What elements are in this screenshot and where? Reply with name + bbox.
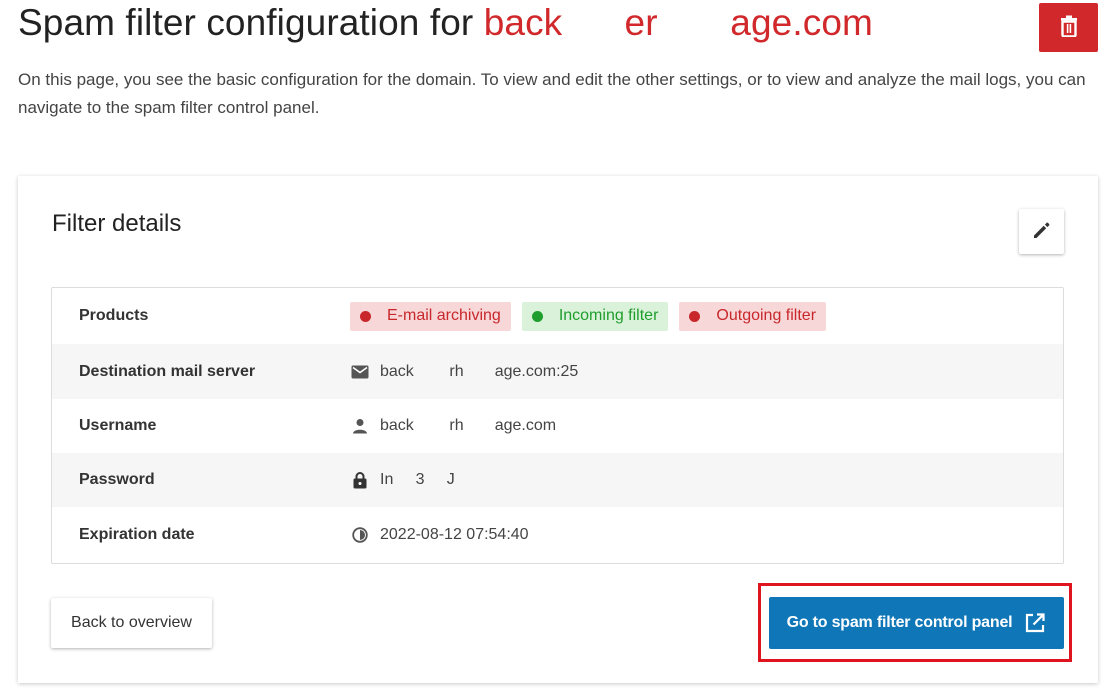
mail-icon <box>351 363 369 381</box>
destination-label: Destination mail server <box>79 362 256 380</box>
control-panel-button[interactable]: Go to spam filter control panel <box>769 597 1064 649</box>
edit-button[interactable] <box>1019 209 1064 254</box>
products-label: Products <box>79 307 149 324</box>
expiration-label: Expiration date <box>79 526 195 543</box>
badge-label: Outgoing filter <box>716 307 817 324</box>
control-panel-label: Go to spam filter control panel <box>786 614 1013 631</box>
destination-text: back rh age.com:25 <box>380 362 579 380</box>
delete-button[interactable] <box>1039 3 1098 52</box>
password-text: In 3 J <box>380 471 455 488</box>
person-icon <box>351 417 369 435</box>
badge-label: Incoming filter <box>558 307 659 324</box>
row-username: Username back rh age.com <box>52 399 1063 453</box>
trash-icon <box>1060 15 1078 40</box>
page: Spam filter configuration for back er ag… <box>0 0 1115 697</box>
username-text: back rh age.com <box>380 417 557 434</box>
clock-icon <box>351 526 369 544</box>
back-to-overview-button[interactable]: Back to overview <box>51 598 212 648</box>
row-expiration: Expiration date 2022-08-12 07:54:40 <box>52 507 1063 563</box>
lock-icon <box>351 471 369 489</box>
page-title-domain: back er age.com <box>483 2 873 43</box>
password-value: In 3 J <box>351 471 455 489</box>
badge-email-archiving: E-mail archiving <box>350 301 511 331</box>
product-badges: E-mail archiving Incoming filter Outgoin… <box>350 301 827 331</box>
status-dot <box>531 310 543 322</box>
details-table: Products E-mail archiving Incoming filte… <box>51 287 1064 564</box>
row-destination: Destination mail server back rh age.com:… <box>52 344 1063 399</box>
row-password: Password In 3 J <box>52 453 1063 507</box>
badge-label: E-mail archiving <box>387 307 501 324</box>
status-dot <box>360 310 371 322</box>
username-value: back rh age.com <box>351 417 556 435</box>
card-title: Filter details <box>52 210 182 237</box>
filter-details-card: Filter details Products E-mail archiving… <box>18 176 1098 683</box>
expiration-text: 2022-08-12 07:54:40 <box>380 526 529 543</box>
badge-outgoing-filter: Outgoing filter <box>679 301 827 331</box>
badge-incoming-filter: Incoming filter <box>521 301 669 331</box>
password-label: Password <box>79 471 155 488</box>
pencil-icon <box>1032 220 1052 243</box>
username-label: Username <box>79 417 157 434</box>
page-title-prefix: Spam filter configuration for <box>18 2 484 43</box>
intro-text: On this page, you see the basic configur… <box>18 70 1086 117</box>
page-title: Spam filter configuration for back er ag… <box>18 2 873 44</box>
destination-value: back rh age.com:25 <box>351 363 578 381</box>
expiration-value: 2022-08-12 07:54:40 <box>351 526 529 544</box>
external-link-icon <box>1024 612 1046 634</box>
status-dot <box>689 310 701 322</box>
row-products: Products E-mail archiving Incoming filte… <box>52 288 1063 344</box>
